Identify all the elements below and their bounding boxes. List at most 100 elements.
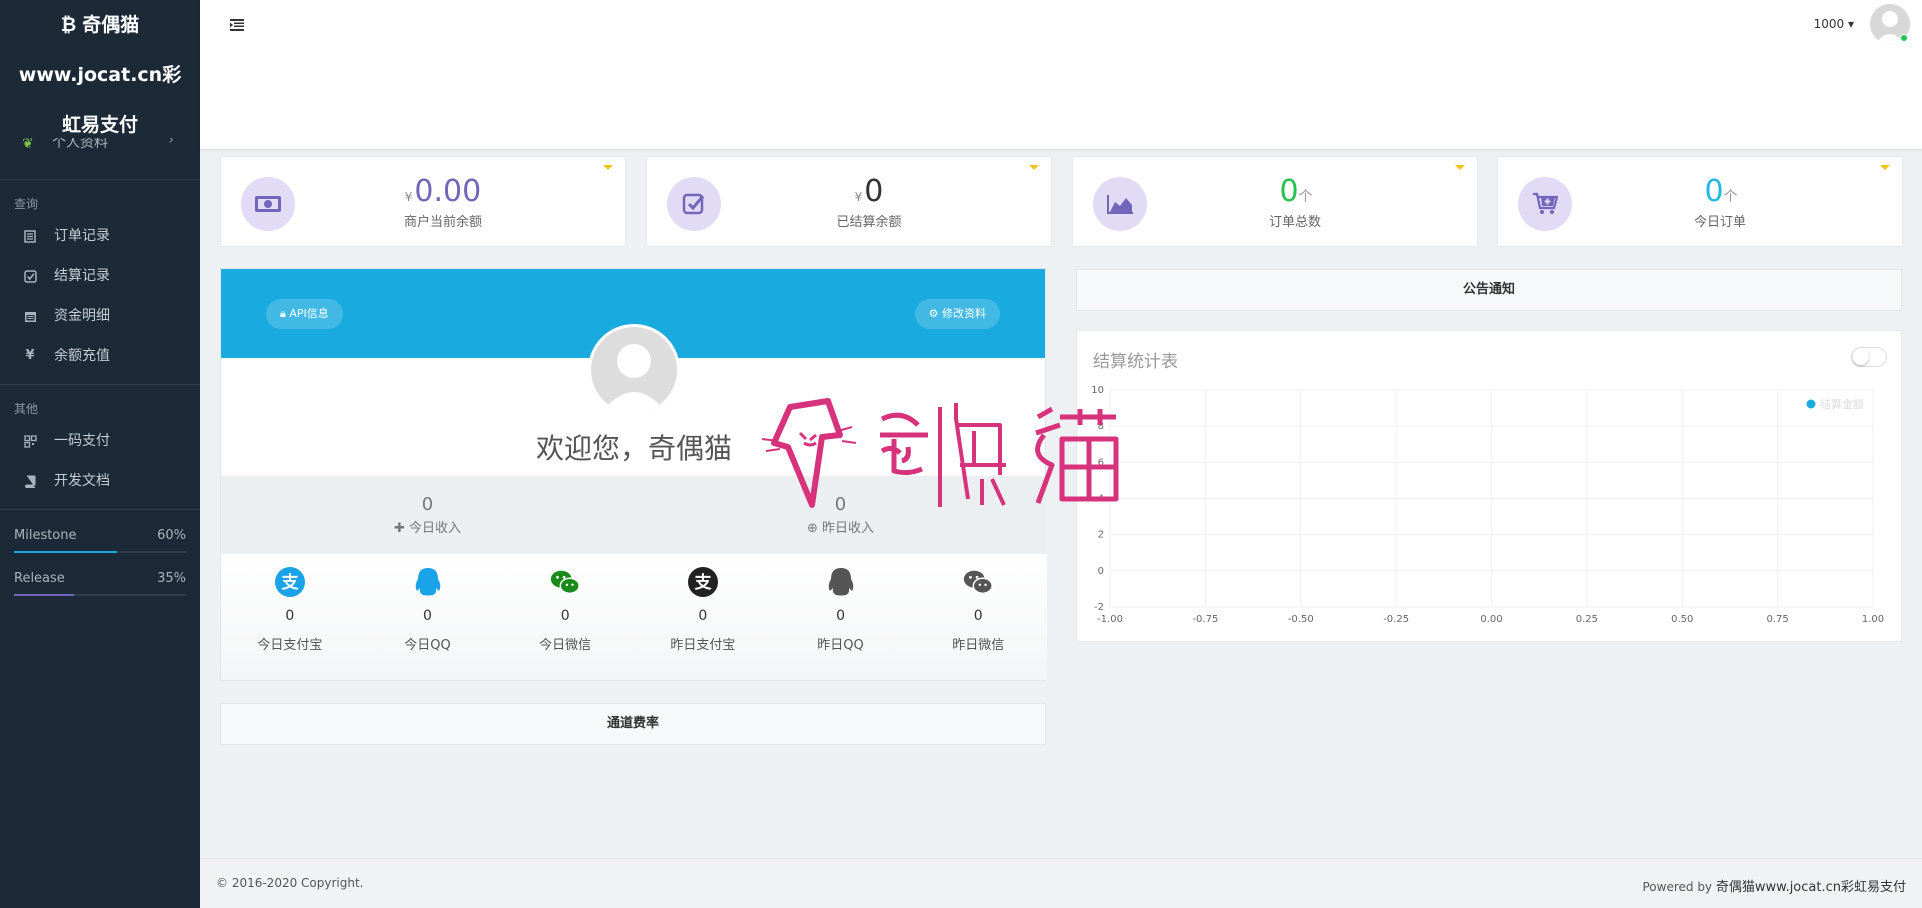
- progress-fill: [14, 551, 118, 553]
- calendar-icon: [22, 308, 38, 324]
- sidebar-item-list[interactable]: 订单记录: [0, 216, 200, 256]
- stat-suffix: 个: [1298, 189, 1313, 205]
- powered-link[interactable]: 奇偶猫www.jocat.cn彩虹易支付: [1716, 880, 1906, 895]
- stat-value: 0: [1279, 174, 1299, 209]
- stat-card: ¥0 已结算余额: [646, 156, 1052, 247]
- user-number: 1000: [1813, 17, 1845, 31]
- powered-by: Powered by 奇偶猫www.jocat.cn彩虹易支付: [1642, 876, 1906, 895]
- channel-label: 昨日QQ: [817, 638, 864, 653]
- section-title-other: 其他: [14, 402, 39, 416]
- stat-value: 0: [864, 174, 884, 209]
- channel-stat: 0 昨日QQ: [772, 554, 910, 680]
- caret-down-icon[interactable]: [1029, 165, 1039, 170]
- stat-value: 0.00: [414, 174, 482, 209]
- divider: [0, 384, 200, 385]
- x-tick-label: 0.00: [1480, 614, 1502, 625]
- caret-down-icon[interactable]: [1455, 165, 1465, 170]
- sidebar-item-calendar[interactable]: 资金明细: [0, 296, 200, 336]
- channel-value: 0: [698, 608, 708, 624]
- x-tick-label: 0.50: [1671, 614, 1693, 625]
- today-income: 0 ✚ 今日收入: [221, 476, 634, 554]
- channel-rate-panel[interactable]: 通道费率: [220, 703, 1046, 745]
- sidebar-item-book[interactable]: 开发文档: [0, 461, 200, 501]
- sidebar-item-label: 个人资料: [52, 138, 108, 151]
- sidebar-item-label: 余额充值: [54, 348, 110, 364]
- stat-label: 订单总数: [1268, 215, 1321, 230]
- caret-down-icon[interactable]: [603, 165, 613, 170]
- channel-stat: 0 今日QQ: [359, 554, 497, 680]
- stat-label: 商户当前余额: [403, 215, 482, 230]
- yen-icon: ¥: [25, 348, 35, 363]
- progress-track: [14, 551, 186, 553]
- y-tick-label: 0: [1098, 566, 1104, 577]
- bitcoin-icon: ₿: [60, 14, 77, 36]
- stat-label: 已结算余额: [836, 215, 902, 230]
- channel-value: 0: [560, 608, 570, 624]
- channel-stat: 0 今日微信: [496, 554, 634, 680]
- channel-value: 0: [836, 608, 845, 624]
- x-tick-label: 1.00: [1862, 614, 1884, 625]
- wechat-icon: [549, 566, 581, 598]
- svg-text:支: 支: [281, 572, 299, 593]
- alipay-icon: 支: [274, 566, 306, 598]
- today-income-label: 今日收入: [409, 521, 462, 536]
- api-info-button[interactable]: 🔒︎ API信息: [266, 299, 343, 329]
- channel-stat: 支 0 今日支付宝: [221, 554, 359, 680]
- legend-label[interactable]: 结算金额: [1820, 397, 1864, 411]
- x-tick-label: -0.25: [1383, 614, 1409, 625]
- channel-stat: 支 0 昨日支付宝: [634, 554, 772, 680]
- x-tick-label: 0.75: [1766, 614, 1788, 625]
- divider: [0, 509, 200, 510]
- leaf-icon: ❦: [22, 138, 34, 152]
- lock-icon: 🔒︎: [280, 307, 286, 320]
- svg-text:支: 支: [694, 572, 712, 593]
- channel-label: 昨日微信: [952, 638, 1005, 653]
- check-square-icon: [22, 268, 38, 284]
- caret-down-icon[interactable]: [1880, 165, 1890, 170]
- edit-profile-button[interactable]: ⚙ 修改资料: [914, 299, 1000, 329]
- user-dropdown[interactable]: 1000 ▾: [1814, 17, 1854, 31]
- jocat-watermark-logo: [761, 398, 1119, 508]
- settlement-chart: 1086420-2-1.00 -0.75 -0.50 -0.25 0.00 0.25 0.5…: [1091, 385, 1884, 625]
- section-title-query: 查询: [14, 197, 39, 211]
- notice-panel[interactable]: 公告通知: [1076, 269, 1902, 311]
- alipay-icon: 支: [687, 566, 719, 598]
- sidebar-item-label: 开发文档: [54, 473, 110, 489]
- stat-card: 0个订单总数: [1072, 156, 1478, 247]
- wechat-icon: [962, 566, 994, 598]
- sidebar-item-label: 一码支付: [54, 433, 110, 449]
- channel-stats: 支 0 今日支付宝 0 今日QQ 0 今日微信 支 0 昨日支付宝 0 昨日QQ 0 昨日微信: [221, 554, 1047, 680]
- plus-icon: ✚: [393, 521, 405, 536]
- stat-card: 0个 今日订单: [1497, 156, 1903, 247]
- today-income-value: 0: [421, 494, 434, 515]
- brand-line-1: ₿ 奇偶猫: [0, 0, 200, 50]
- channel-value: 0: [423, 608, 432, 624]
- sidebar-item-profile[interactable]: ❦ 个人资料 ›: [0, 138, 200, 180]
- progress-label: Milestone: [14, 528, 77, 543]
- sidebar-item-check-square[interactable]: 结算记录: [0, 256, 200, 296]
- channel-label: 今日支付宝: [257, 638, 323, 653]
- copyright-text: © 2016-2020 Copyright.: [216, 876, 364, 890]
- list-icon: [22, 228, 38, 244]
- progress-value: 60%: [157, 528, 186, 543]
- stat-prefix: ¥: [854, 190, 863, 204]
- menu-toggle-icon[interactable]: [230, 16, 244, 35]
- chevron-right-icon: ›: [168, 138, 174, 148]
- progress-track: [14, 594, 186, 596]
- qq-icon: [825, 566, 857, 598]
- stat-value: 0: [1704, 174, 1724, 209]
- stat-suffix: 个: [1723, 189, 1738, 205]
- x-tick-label: -0.50: [1288, 614, 1314, 625]
- settlement-chart-panel: 结算统计表 10 8 6 4 2 0 -2 -1.00 -0.75 -0.50 -0.25 0.00 0…: [1076, 330, 1902, 642]
- brand: ₿ 奇偶猫 www.jocat.cn彩 虹易支付: [0, 0, 200, 150]
- yesterday-income-label: 昨日收入: [822, 521, 875, 536]
- sidebar: ₿ 奇偶猫 www.jocat.cn彩 虹易支付 ❦ 个人资料 › 查询 订单记录…: [0, 0, 200, 908]
- x-tick-label: -1.00: [1097, 614, 1123, 625]
- progress-milestone: Milestone 60%: [0, 528, 200, 553]
- sidebar-item-qrcode[interactable]: 一码支付: [0, 421, 200, 461]
- edit-profile-label: 修改资料: [942, 307, 986, 320]
- brand-name: 奇偶猫: [82, 14, 140, 36]
- sidebar-item-yen[interactable]: ¥ 余额充值: [0, 336, 200, 376]
- topbar: 1000 ▾: [200, 0, 1922, 150]
- progress-label: Release: [14, 571, 65, 586]
